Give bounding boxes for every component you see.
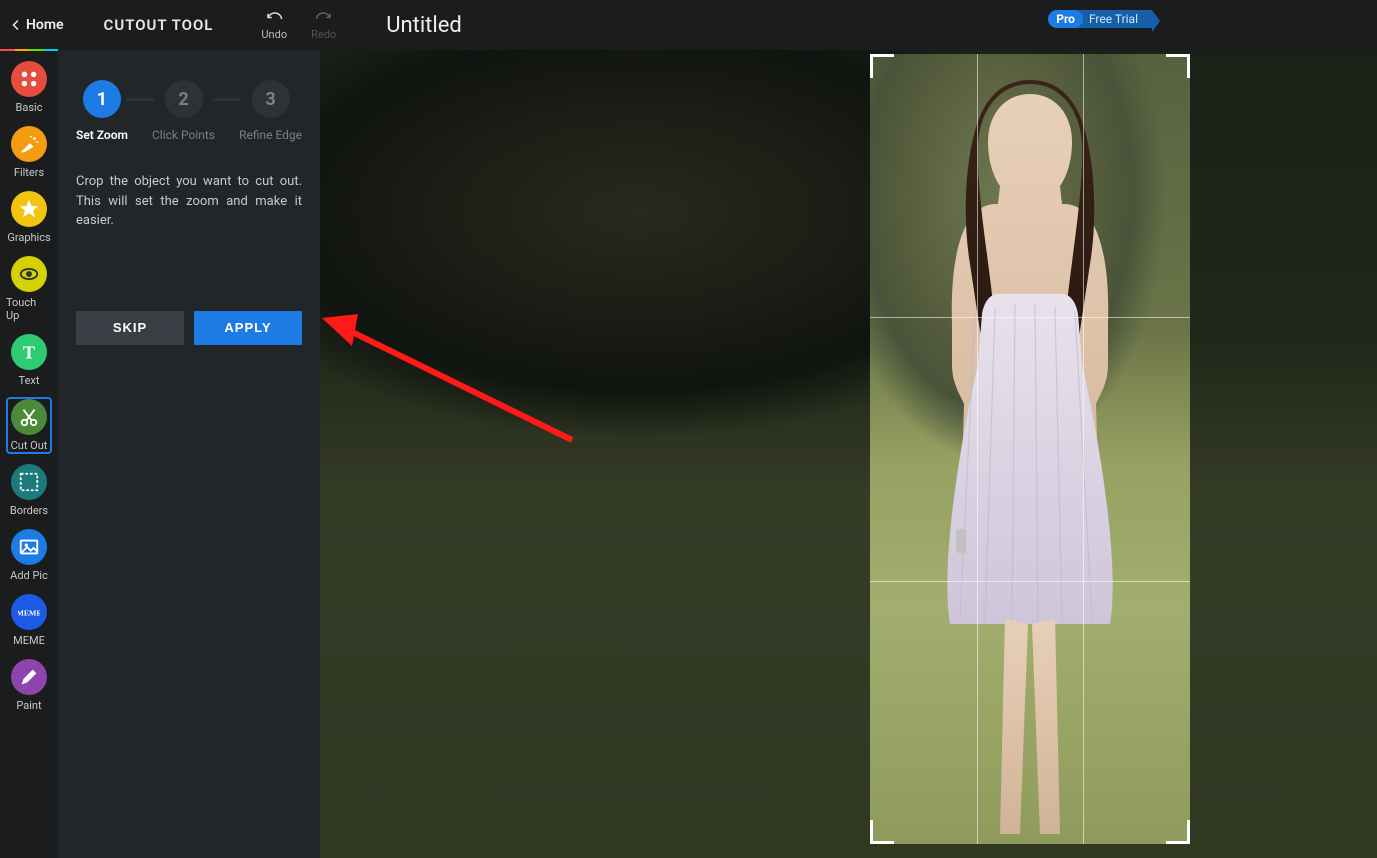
text-icon: T <box>11 334 47 370</box>
sidebar-tool-text[interactable]: T Text <box>6 332 52 389</box>
step-1-num: 1 <box>83 80 121 118</box>
step-1[interactable]: 1 Set Zoom <box>76 80 128 142</box>
crop-handle-tl[interactable] <box>870 54 894 78</box>
tool-panel: 1 Set Zoom 2 Click Points 3 Refine Edge … <box>58 50 320 858</box>
background-image <box>320 50 1377 858</box>
step-2[interactable]: 2 Click Points <box>152 80 215 142</box>
pro-label: Pro <box>1048 10 1083 28</box>
redo-button[interactable]: Redo <box>311 10 336 41</box>
tool-sidebar: Basic Filters Graphics Touch Up T Text Cut Out… <box>0 51 58 858</box>
sidebar-tool-label: Text <box>19 374 40 387</box>
step-1-label: Set Zoom <box>76 128 128 142</box>
step-2-label: Click Points <box>152 128 215 142</box>
sidebar-tool-label: MEME <box>13 634 45 647</box>
undo-label: Undo <box>261 28 287 41</box>
sidebar-tool-label: Touch Up <box>6 296 52 322</box>
trial-label: Free Trial <box>1073 10 1152 28</box>
add-pic-icon <box>11 529 47 565</box>
home-button[interactable]: Home <box>0 0 74 50</box>
sidebar-tool-meme[interactable]: MEME MEME <box>6 592 52 649</box>
pro-trial-badge[interactable]: Pro Free Trial <box>1048 10 1152 28</box>
sidebar-tool-label: Paint <box>16 699 41 712</box>
redo-label: Redo <box>311 28 336 41</box>
sidebar-tool-label: Cut Out <box>11 439 48 452</box>
step-connector <box>213 98 241 101</box>
borders-icon <box>11 464 47 500</box>
step-2-num: 2 <box>165 80 203 118</box>
sidebar-tool-cut-out[interactable]: Cut Out <box>6 397 52 454</box>
crop-handle-tr[interactable] <box>1166 54 1190 78</box>
undo-icon <box>265 10 283 28</box>
step-indicator: 1 Set Zoom 2 Click Points 3 Refine Edge <box>76 80 302 142</box>
crop-frame[interactable] <box>870 54 1190 844</box>
filters-icon <box>11 126 47 162</box>
svg-text:T: T <box>23 342 35 362</box>
sidebar-tool-label: Basic <box>16 101 43 114</box>
document-title: Untitled <box>386 13 462 38</box>
panel-instructions: Crop the object you want to cut out. Thi… <box>76 172 302 231</box>
skip-button[interactable]: SKIP <box>76 311 184 345</box>
apply-button[interactable]: APPLY <box>194 311 302 345</box>
graphics-icon <box>11 191 47 227</box>
undo-button[interactable]: Undo <box>261 10 287 41</box>
step-connector <box>126 98 154 101</box>
home-label: Home <box>26 17 64 33</box>
rainbow-divider <box>0 49 58 51</box>
cut-out-icon <box>11 399 47 435</box>
basic-icon <box>11 61 47 97</box>
crop-handle-bl[interactable] <box>870 820 894 844</box>
sidebar-tool-graphics[interactable]: Graphics <box>6 189 52 246</box>
step-3-num: 3 <box>252 80 290 118</box>
sidebar-tool-label: Graphics <box>7 231 50 244</box>
sidebar-tool-paint[interactable]: Paint <box>6 657 52 714</box>
sidebar-tool-label: Add Pic <box>10 569 48 582</box>
panel-title: CUTOUT TOOL <box>104 16 214 34</box>
touch-up-icon <box>11 256 47 292</box>
paint-icon <box>11 659 47 695</box>
meme-icon: MEME <box>11 594 47 630</box>
svg-text:MEME: MEME <box>18 609 40 618</box>
sidebar-tool-basic[interactable]: Basic <box>6 59 52 116</box>
chevron-left-icon <box>10 19 22 31</box>
step-3-label: Refine Edge <box>239 128 302 142</box>
crop-handle-br[interactable] <box>1166 820 1190 844</box>
sidebar-tool-add-pic[interactable]: Add Pic <box>6 527 52 584</box>
top-bar: Home CUTOUT TOOL Undo Redo Untitled Pro … <box>0 0 1377 50</box>
sidebar-tool-label: Filters <box>14 166 44 179</box>
sidebar-tool-borders[interactable]: Borders <box>6 462 52 519</box>
sidebar-tool-label: Borders <box>10 504 48 517</box>
canvas-area[interactable] <box>320 50 1377 858</box>
redo-icon <box>315 10 333 28</box>
step-3[interactable]: 3 Refine Edge <box>239 80 302 142</box>
sidebar-tool-filters[interactable]: Filters <box>6 124 52 181</box>
sidebar-tool-touch-up[interactable]: Touch Up <box>6 254 52 324</box>
